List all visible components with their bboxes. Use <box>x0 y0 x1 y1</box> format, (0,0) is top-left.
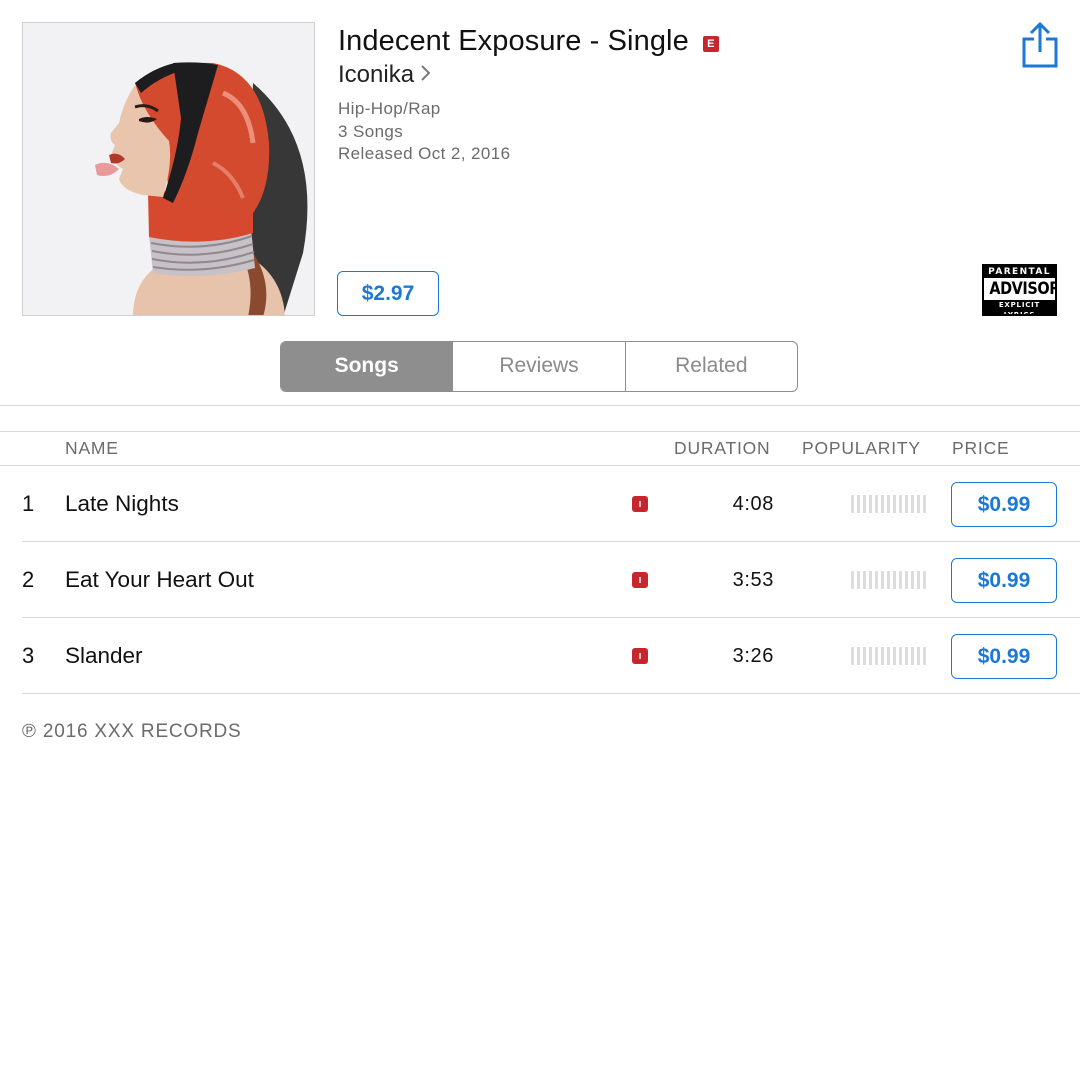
popularity-meter <box>851 571 926 589</box>
song-row[interactable]: 1 Late Nights 4:08 $0.99 <box>0 466 1080 542</box>
artist-link[interactable]: Iconika <box>338 60 431 90</box>
song-row[interactable]: 3 Slander 3:26 $0.99 <box>0 618 1080 694</box>
popularity-tick <box>857 571 860 589</box>
explicit-icon <box>632 648 648 664</box>
song-row[interactable]: 2 Eat Your Heart Out 3:53 $0.99 <box>0 542 1080 618</box>
popularity-tick <box>869 647 872 665</box>
chevron-right-icon <box>420 60 431 90</box>
track-name: Slander <box>65 643 143 668</box>
explicit-icon <box>632 572 648 588</box>
popularity-meter <box>851 647 926 665</box>
popularity-tick <box>893 571 896 589</box>
popularity-tick <box>893 495 896 513</box>
track-number: 1 <box>22 491 35 516</box>
popularity-tick <box>911 647 914 665</box>
popularity-tick <box>881 647 884 665</box>
explicit-icon: E <box>702 36 719 52</box>
popularity-tick <box>863 571 866 589</box>
popularity-tick <box>851 647 854 665</box>
album-artwork[interactable] <box>22 22 315 316</box>
album-genre: Hip-Hop/Rap <box>338 99 441 118</box>
advisory-middle-text: ADVISORY <box>989 279 1055 299</box>
popularity-tick <box>851 571 854 589</box>
advisory-top-text: PARENTAL <box>984 266 1055 278</box>
popularity-tick <box>869 571 872 589</box>
advisory-bottom-text: EXPLICIT LYRICS <box>984 300 1055 314</box>
popularity-tick <box>881 495 884 513</box>
popularity-tick <box>905 647 908 665</box>
popularity-tick <box>875 647 878 665</box>
popularity-tick <box>893 647 896 665</box>
album-title-text: Indecent Exposure - Single <box>338 25 689 57</box>
popularity-tick <box>917 495 920 513</box>
popularity-tick <box>911 571 914 589</box>
popularity-tick <box>887 647 890 665</box>
popularity-tick <box>887 495 890 513</box>
artist-name: Iconika <box>338 61 415 88</box>
album-meta: Hip-Hop/Rap 3 Songs Released Oct 2, 2016 <box>338 98 510 166</box>
tab-songs[interactable]: Songs <box>281 342 453 391</box>
row-divider <box>22 693 1080 694</box>
buy-track-button[interactable]: $0.99 <box>951 558 1057 603</box>
track-number: 2 <box>22 567 35 592</box>
copyright-text: ℗ 2016 XXX RECORDS <box>22 721 242 742</box>
popularity-tick <box>923 647 926 665</box>
column-header-price: PRICE <box>952 438 1010 458</box>
tab-related[interactable]: Related <box>624 342 797 391</box>
album-song-count: 3 Songs <box>338 121 404 141</box>
popularity-tick <box>857 495 860 513</box>
section-tabs: Songs Reviews Related <box>280 341 798 392</box>
column-header-duration: DURATION <box>674 438 771 458</box>
column-header-name: NAME <box>65 438 119 458</box>
explicit-icon <box>632 496 648 512</box>
popularity-tick <box>905 495 908 513</box>
buy-track-button[interactable]: $0.99 <box>951 634 1057 679</box>
popularity-tick <box>923 571 926 589</box>
popularity-tick <box>875 571 878 589</box>
popularity-tick <box>881 571 884 589</box>
popularity-tick <box>899 647 902 665</box>
popularity-tick <box>917 647 920 665</box>
track-name: Late Nights <box>65 491 179 516</box>
track-name: Eat Your Heart Out <box>65 567 254 592</box>
popularity-tick <box>869 495 872 513</box>
popularity-tick <box>887 571 890 589</box>
parental-advisory-logo: PARENTAL ADVISORY EXPLICIT LYRICS <box>982 264 1057 316</box>
share-icon <box>1022 21 1058 68</box>
popularity-tick <box>875 495 878 513</box>
popularity-tick <box>863 647 866 665</box>
track-duration: 3:26 <box>732 645 774 667</box>
album-title: Indecent Exposure - Single E <box>338 24 719 58</box>
popularity-tick <box>917 571 920 589</box>
popularity-tick <box>923 495 926 513</box>
share-button[interactable] <box>1020 20 1060 70</box>
divider <box>0 405 1080 406</box>
popularity-tick <box>899 495 902 513</box>
album-release-date: Released Oct 2, 2016 <box>338 144 511 163</box>
popularity-tick <box>899 571 902 589</box>
popularity-tick <box>911 495 914 513</box>
track-duration: 4:08 <box>732 493 774 515</box>
popularity-tick <box>857 647 860 665</box>
tab-reviews[interactable]: Reviews <box>452 342 624 391</box>
track-duration: 3:53 <box>732 569 774 591</box>
popularity-meter <box>851 495 926 513</box>
buy-album-button[interactable]: $2.97 <box>337 271 439 316</box>
buy-track-button[interactable]: $0.99 <box>951 482 1057 527</box>
column-header-popularity: POPULARITY <box>802 438 921 458</box>
track-number: 3 <box>22 643 35 668</box>
popularity-tick <box>851 495 854 513</box>
popularity-tick <box>905 571 908 589</box>
divider <box>0 431 1080 432</box>
popularity-tick <box>863 495 866 513</box>
